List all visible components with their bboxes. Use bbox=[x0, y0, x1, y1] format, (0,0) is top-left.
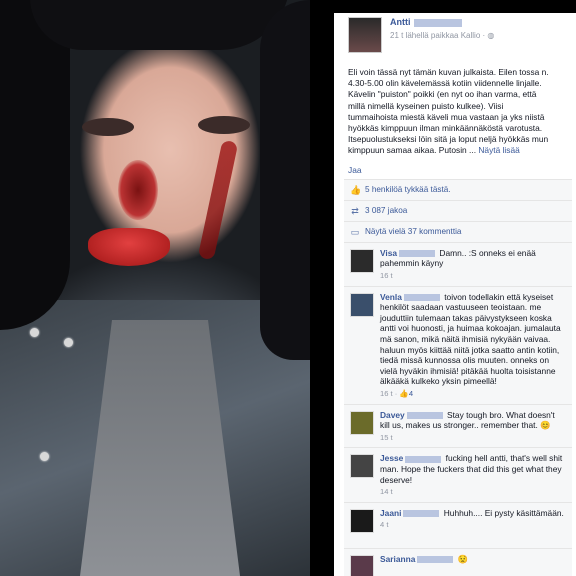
commenter-avatar[interactable] bbox=[350, 554, 374, 576]
redaction bbox=[403, 510, 440, 517]
commenter-avatar[interactable] bbox=[350, 454, 374, 479]
view-comments-row: ▭ Näytä vielä 37 kommenttia bbox=[344, 220, 572, 242]
post-text-line: Itsepuolustukseksi löin sitä ja loput ne… bbox=[348, 134, 549, 145]
commenter-name[interactable]: Jaani bbox=[380, 508, 401, 518]
comment-time[interactable]: 16 t bbox=[380, 389, 393, 398]
comment: Venla toivon todellakin että kyseiset he… bbox=[344, 285, 572, 404]
commenter-avatar[interactable] bbox=[350, 292, 374, 317]
right-eye bbox=[198, 116, 250, 134]
comment: Jaani Huhhuh.... Ei pysty käsittämään. 4… bbox=[344, 501, 572, 548]
commenter-name[interactable]: Venla bbox=[380, 292, 402, 302]
comment: Visa Damn.. :S onneks ei enää pahemmin k… bbox=[344, 241, 572, 286]
commenter-name[interactable]: Davey bbox=[380, 410, 405, 420]
comment-meta: 16 t · 👍4 bbox=[380, 388, 414, 398]
redaction bbox=[417, 556, 454, 563]
post-text-line: millä nimellä kyseinen puisto kulkee). V… bbox=[348, 100, 504, 111]
comment: Davey Stay tough bro. What doesn't kill … bbox=[344, 403, 572, 448]
author-avatar[interactable] bbox=[348, 17, 382, 53]
jacket-stud bbox=[30, 328, 39, 337]
post-actions: Jaa bbox=[334, 157, 576, 179]
jacket-stud bbox=[64, 338, 73, 347]
redaction bbox=[399, 249, 436, 257]
comment: Sarianna 😟 bbox=[344, 547, 572, 576]
redaction bbox=[413, 18, 462, 27]
shares-count[interactable]: 3 087 jakoa bbox=[365, 206, 407, 215]
hair bbox=[0, 0, 70, 330]
comment-time[interactable]: 4 t bbox=[380, 520, 566, 531]
commenter-avatar[interactable] bbox=[350, 248, 374, 273]
post-photo[interactable] bbox=[0, 0, 310, 576]
thumbs-up-icon: 👍 bbox=[350, 184, 362, 195]
likes-row: 👍 5 henkilöä tykkää tästä. bbox=[344, 178, 572, 200]
share-icon: ⇄ bbox=[351, 205, 359, 216]
post-text-line: Kävelin "puiston" poikki (en nyt oo ihan… bbox=[348, 89, 537, 100]
jacket-stud bbox=[40, 452, 49, 461]
commenter-avatar[interactable] bbox=[350, 508, 374, 533]
post-text-line: tummaihoista miestä käveli mua vastaan j… bbox=[348, 111, 545, 122]
comment-icon: ▭ bbox=[350, 226, 360, 237]
likes-count[interactable]: 5 henkilöä tykkää tästä. bbox=[365, 185, 451, 194]
post-header: Antti 21 t lähellä paikkaa Kallio · ◍ bbox=[334, 13, 576, 57]
facebook-post-panel: Antti 21 t lähellä paikkaa Kallio · ◍ El… bbox=[334, 13, 576, 576]
swollen-lips bbox=[88, 228, 170, 266]
comment: Jesse fucking hell antti, that's well sh… bbox=[344, 447, 572, 502]
comment-text: 😟 bbox=[457, 553, 469, 564]
comment-text: toivon todellakin että kyseiset henkilöt… bbox=[380, 291, 561, 387]
post-text-line: kimppuun samaa aikaa. Putosin ... Näytä … bbox=[348, 145, 570, 156]
post-text-end: kimppuun samaa aikaa. Putosin ... bbox=[348, 145, 477, 156]
shares-row: ⇄ 3 087 jakoa bbox=[344, 199, 572, 221]
share-link[interactable]: Jaa bbox=[348, 165, 362, 175]
commenter-name[interactable]: Jesse bbox=[380, 453, 403, 463]
commenter-name[interactable]: Visa bbox=[380, 248, 397, 258]
author-name[interactable]: Antti bbox=[390, 17, 462, 27]
redaction bbox=[406, 411, 443, 419]
left-eye bbox=[82, 118, 134, 136]
comment-time[interactable]: 16 t bbox=[380, 271, 566, 282]
post-text-line: Eli voin tässä nyt tämän kuvan julkaista… bbox=[348, 67, 549, 77]
post-text-line: hyökkäs kimppuun ilman minkäännäköstä va… bbox=[348, 123, 543, 134]
comment-time[interactable]: 14 t bbox=[380, 487, 566, 498]
post-text: Eli voin tässä nyt tämän kuvan julkaista… bbox=[334, 57, 576, 157]
post-text-line: 4.30-5.00 olin kävelemässä kotiin viiden… bbox=[348, 78, 542, 89]
redaction bbox=[403, 293, 440, 301]
hair-right bbox=[260, 0, 310, 360]
comment-like-count[interactable]: 4 bbox=[409, 389, 413, 398]
view-more-comments[interactable]: Näytä vielä 37 kommenttia bbox=[365, 227, 461, 236]
post-meta: 21 t lähellä paikkaa Kallio · ◍ bbox=[390, 31, 495, 40]
thumbs-up-icon: 👍 bbox=[399, 388, 409, 398]
hair-top bbox=[30, 0, 290, 50]
commenter-name[interactable]: Sarianna bbox=[380, 554, 415, 564]
see-more-link[interactable]: Näytä lisää bbox=[478, 145, 519, 155]
cheek-cut bbox=[197, 139, 239, 261]
nose-injury bbox=[118, 160, 158, 220]
comment-text: Huhhuh.... Ei pysty käsittämään. bbox=[443, 507, 564, 518]
comment-time[interactable]: 15 t bbox=[380, 433, 566, 444]
redaction bbox=[405, 455, 442, 463]
commenter-avatar[interactable] bbox=[350, 410, 374, 435]
